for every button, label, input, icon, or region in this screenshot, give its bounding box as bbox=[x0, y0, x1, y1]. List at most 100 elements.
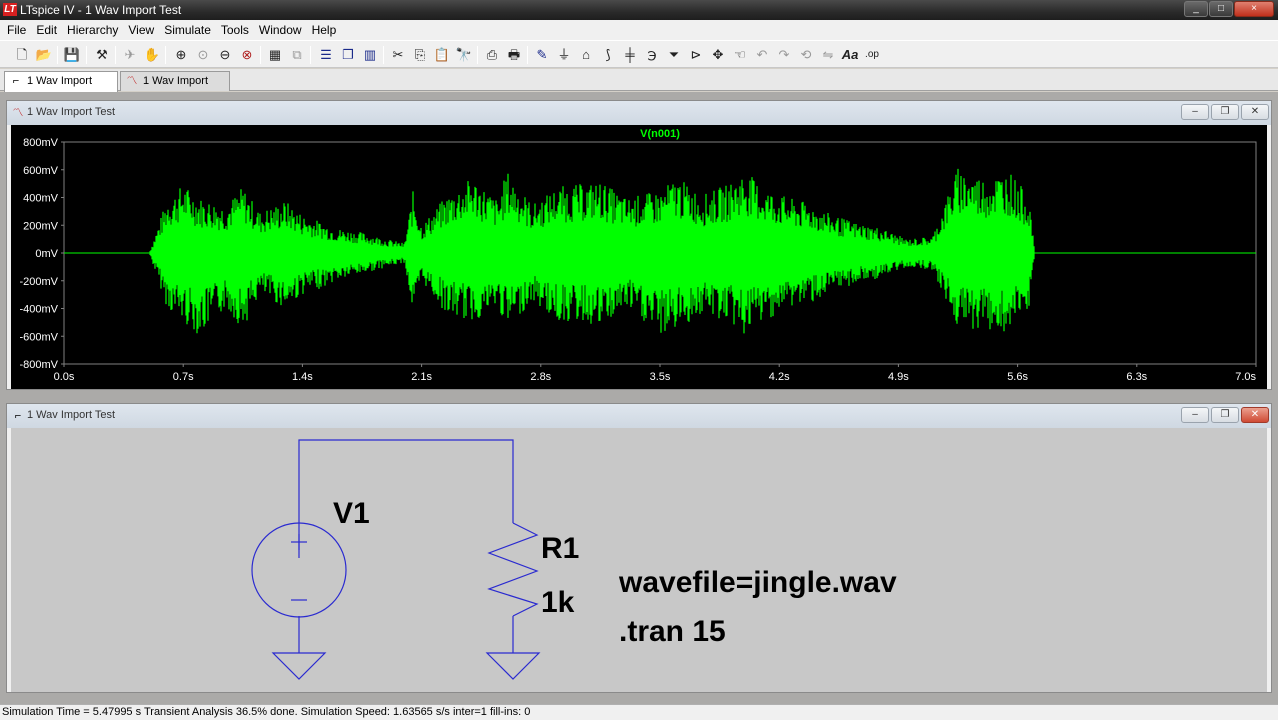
save-icon[interactable]: 💾 bbox=[62, 45, 82, 65]
find-icon[interactable]: 🔭 bbox=[454, 45, 474, 65]
minimize-button[interactable]: _ bbox=[1184, 1, 1208, 17]
y-tick-label: -600mV bbox=[19, 331, 58, 343]
x-tick-label: 2.1s bbox=[411, 371, 432, 383]
ground-icon[interactable]: ⏚ bbox=[554, 45, 574, 65]
waveform-window-caption: 〽 1 Wav Import Test – ❐ ✕ bbox=[7, 101, 1271, 125]
control-panel-icon[interactable]: ⚒ bbox=[92, 45, 112, 65]
x-tick-label: 0.7s bbox=[173, 371, 194, 383]
rotate-icon[interactable]: ⟲ bbox=[796, 45, 816, 65]
waveform-window: 〽 1 Wav Import Test – ❐ ✕ V(n001) 800mV 6… bbox=[6, 100, 1272, 390]
move-icon[interactable]: ✥ bbox=[708, 45, 728, 65]
new-schematic-icon[interactable]: 🗋 bbox=[12, 45, 32, 65]
menu-help[interactable]: Help bbox=[307, 23, 342, 37]
waveform-plot[interactable]: V(n001) 800mV 600mV 400mV 200mV 0mV -200mV -40… bbox=[11, 125, 1267, 389]
spice-directive: .tran 15 bbox=[619, 615, 726, 648]
waveform-restore-button[interactable]: ❐ bbox=[1211, 104, 1239, 120]
inductor-icon[interactable]: ℈ bbox=[642, 45, 662, 65]
waveform-close-button[interactable]: ✕ bbox=[1241, 104, 1269, 120]
schematic-restore-button[interactable]: ❐ bbox=[1211, 407, 1239, 423]
menu-window[interactable]: Window bbox=[254, 23, 307, 37]
window-controls: _ □ × bbox=[1184, 1, 1274, 17]
open-icon[interactable]: 📂 bbox=[34, 45, 54, 65]
run-icon[interactable]: ✈ bbox=[120, 45, 140, 65]
toolbar: 🗋 📂 💾 ⚒ ✈ ✋ ⊕ ⊙ ⊖ ⊗ ▦ ⧉ ☰ ❐ ▥ ✂ ⎘ 📋 🔭 ⎙ … bbox=[0, 40, 1278, 68]
zoom-out-icon[interactable]: ⊖ bbox=[215, 45, 235, 65]
menu-tools[interactable]: Tools bbox=[216, 23, 254, 37]
schematic-icon: ⌐ bbox=[14, 410, 22, 422]
diode-icon[interactable]: ⏷ bbox=[664, 45, 684, 65]
waveform-icon: 〽 bbox=[12, 107, 24, 119]
resistor-icon[interactable]: ⟆ bbox=[598, 45, 618, 65]
drag-icon[interactable]: ☜ bbox=[730, 45, 750, 65]
schematic-icon: ⌐ bbox=[12, 75, 20, 87]
r1-label: R1 bbox=[541, 532, 579, 565]
spice-directive-icon[interactable]: .op bbox=[862, 45, 882, 65]
menu-bar: File Edit Hierarchy View Simulate Tools … bbox=[0, 20, 1278, 40]
trace-label: V(n001) bbox=[640, 128, 680, 140]
redo-icon[interactable]: ↷ bbox=[774, 45, 794, 65]
autorange-icon[interactable]: ▦ bbox=[265, 45, 285, 65]
zoom-fit-icon[interactable]: ⊙ bbox=[193, 45, 213, 65]
print-preview-icon[interactable]: ⎙ bbox=[482, 45, 502, 65]
x-tick-label: 5.6s bbox=[1007, 371, 1028, 383]
label-icon[interactable]: ⌂ bbox=[576, 45, 596, 65]
cascade-icon[interactable]: ❐ bbox=[338, 45, 358, 65]
y-tick-label: -400mV bbox=[19, 304, 58, 316]
y-tick-label: -200mV bbox=[19, 276, 58, 288]
menu-edit[interactable]: Edit bbox=[31, 23, 62, 37]
status-bar: Simulation Time = 5.47995 s Transient An… bbox=[0, 704, 1278, 720]
capacitor-icon[interactable]: ╪ bbox=[620, 45, 640, 65]
menu-hierarchy[interactable]: Hierarchy bbox=[62, 23, 123, 37]
text-icon[interactable]: Aa bbox=[840, 45, 860, 65]
window-title: LTspice IV - 1 Wav Import Test bbox=[20, 3, 182, 17]
copy-icon[interactable]: ⎘ bbox=[410, 45, 430, 65]
v1-value: wavefile=jingle.wav bbox=[618, 566, 897, 599]
r1-value: 1k bbox=[541, 586, 575, 619]
x-tick-label: 7.0s bbox=[1235, 371, 1256, 383]
print-icon[interactable]: 🖶 bbox=[504, 45, 524, 65]
mdi-workspace: 〽 1 Wav Import Test – ❐ ✕ V(n001) 800mV 6… bbox=[0, 92, 1278, 704]
tile-vertical-icon[interactable]: ▥ bbox=[360, 45, 380, 65]
tab-waveform[interactable]: 〽 1 Wav Import Test bbox=[120, 71, 230, 105]
cut-icon[interactable]: ✂ bbox=[388, 45, 408, 65]
menu-simulate[interactable]: Simulate bbox=[159, 23, 216, 37]
paste-icon[interactable]: 📋 bbox=[432, 45, 452, 65]
x-tick-label: 1.4s bbox=[292, 371, 313, 383]
schematic-canvas[interactable]: V1 R1 1k wavefile=jingle.wav .tran 15 bbox=[11, 428, 1267, 692]
menu-file[interactable]: File bbox=[2, 23, 31, 37]
tile-horizontal-icon[interactable]: ☰ bbox=[316, 45, 336, 65]
undo-icon[interactable]: ↶ bbox=[752, 45, 772, 65]
v1-label: V1 bbox=[333, 497, 370, 530]
waveform-minimize-button[interactable]: – bbox=[1181, 104, 1209, 120]
schematic-minimize-button[interactable]: – bbox=[1181, 407, 1209, 423]
y-tick-label: 400mV bbox=[23, 193, 59, 205]
y-tick-label: 600mV bbox=[23, 165, 59, 177]
menu-view[interactable]: View bbox=[123, 23, 159, 37]
maximize-button[interactable]: □ bbox=[1209, 1, 1233, 17]
waveform-window-title: 1 Wav Import Test bbox=[27, 106, 116, 118]
y-tick-label: 800mV bbox=[23, 137, 59, 149]
y-tick-label: 200mV bbox=[23, 220, 59, 232]
schematic-window: ⌐ 1 Wav Import Test – ❐ ✕ V1 R1 1k wavef… bbox=[6, 403, 1272, 693]
title-bar: LT LTspice IV - 1 Wav Import Test _ □ × bbox=[0, 0, 1278, 20]
document-tabs: ⌐ 1 Wav Import Test 〽 1 Wav Import Test bbox=[0, 69, 1278, 105]
y-tick-label: -800mV bbox=[19, 359, 58, 371]
close-button[interactable]: × bbox=[1234, 1, 1274, 17]
schematic-window-caption: ⌐ 1 Wav Import Test – ❐ ✕ bbox=[7, 404, 1271, 428]
zoom-in-icon[interactable]: ⊕ bbox=[171, 45, 191, 65]
zoom-cancel-icon[interactable]: ⊗ bbox=[237, 45, 257, 65]
tab-schematic[interactable]: ⌐ 1 Wav Import Test bbox=[4, 71, 118, 105]
y-tick-label: 0mV bbox=[35, 248, 58, 260]
wire-icon[interactable]: ✎ bbox=[532, 45, 552, 65]
schematic-close-button[interactable]: ✕ bbox=[1241, 407, 1269, 423]
x-tick-label: 2.8s bbox=[530, 371, 551, 383]
mirror-icon[interactable]: ⇋ bbox=[818, 45, 838, 65]
ltspice-logo-icon: LT bbox=[3, 3, 17, 16]
x-tick-label: 4.2s bbox=[769, 371, 790, 383]
x-tick-label: 3.5s bbox=[650, 371, 671, 383]
pick-traces-icon[interactable]: ⧉ bbox=[287, 45, 307, 65]
schematic-window-title: 1 Wav Import Test bbox=[27, 409, 116, 421]
halt-icon[interactable]: ✋ bbox=[142, 45, 162, 65]
component-icon[interactable]: ⊳ bbox=[686, 45, 706, 65]
x-tick-label: 6.3s bbox=[1126, 371, 1147, 383]
